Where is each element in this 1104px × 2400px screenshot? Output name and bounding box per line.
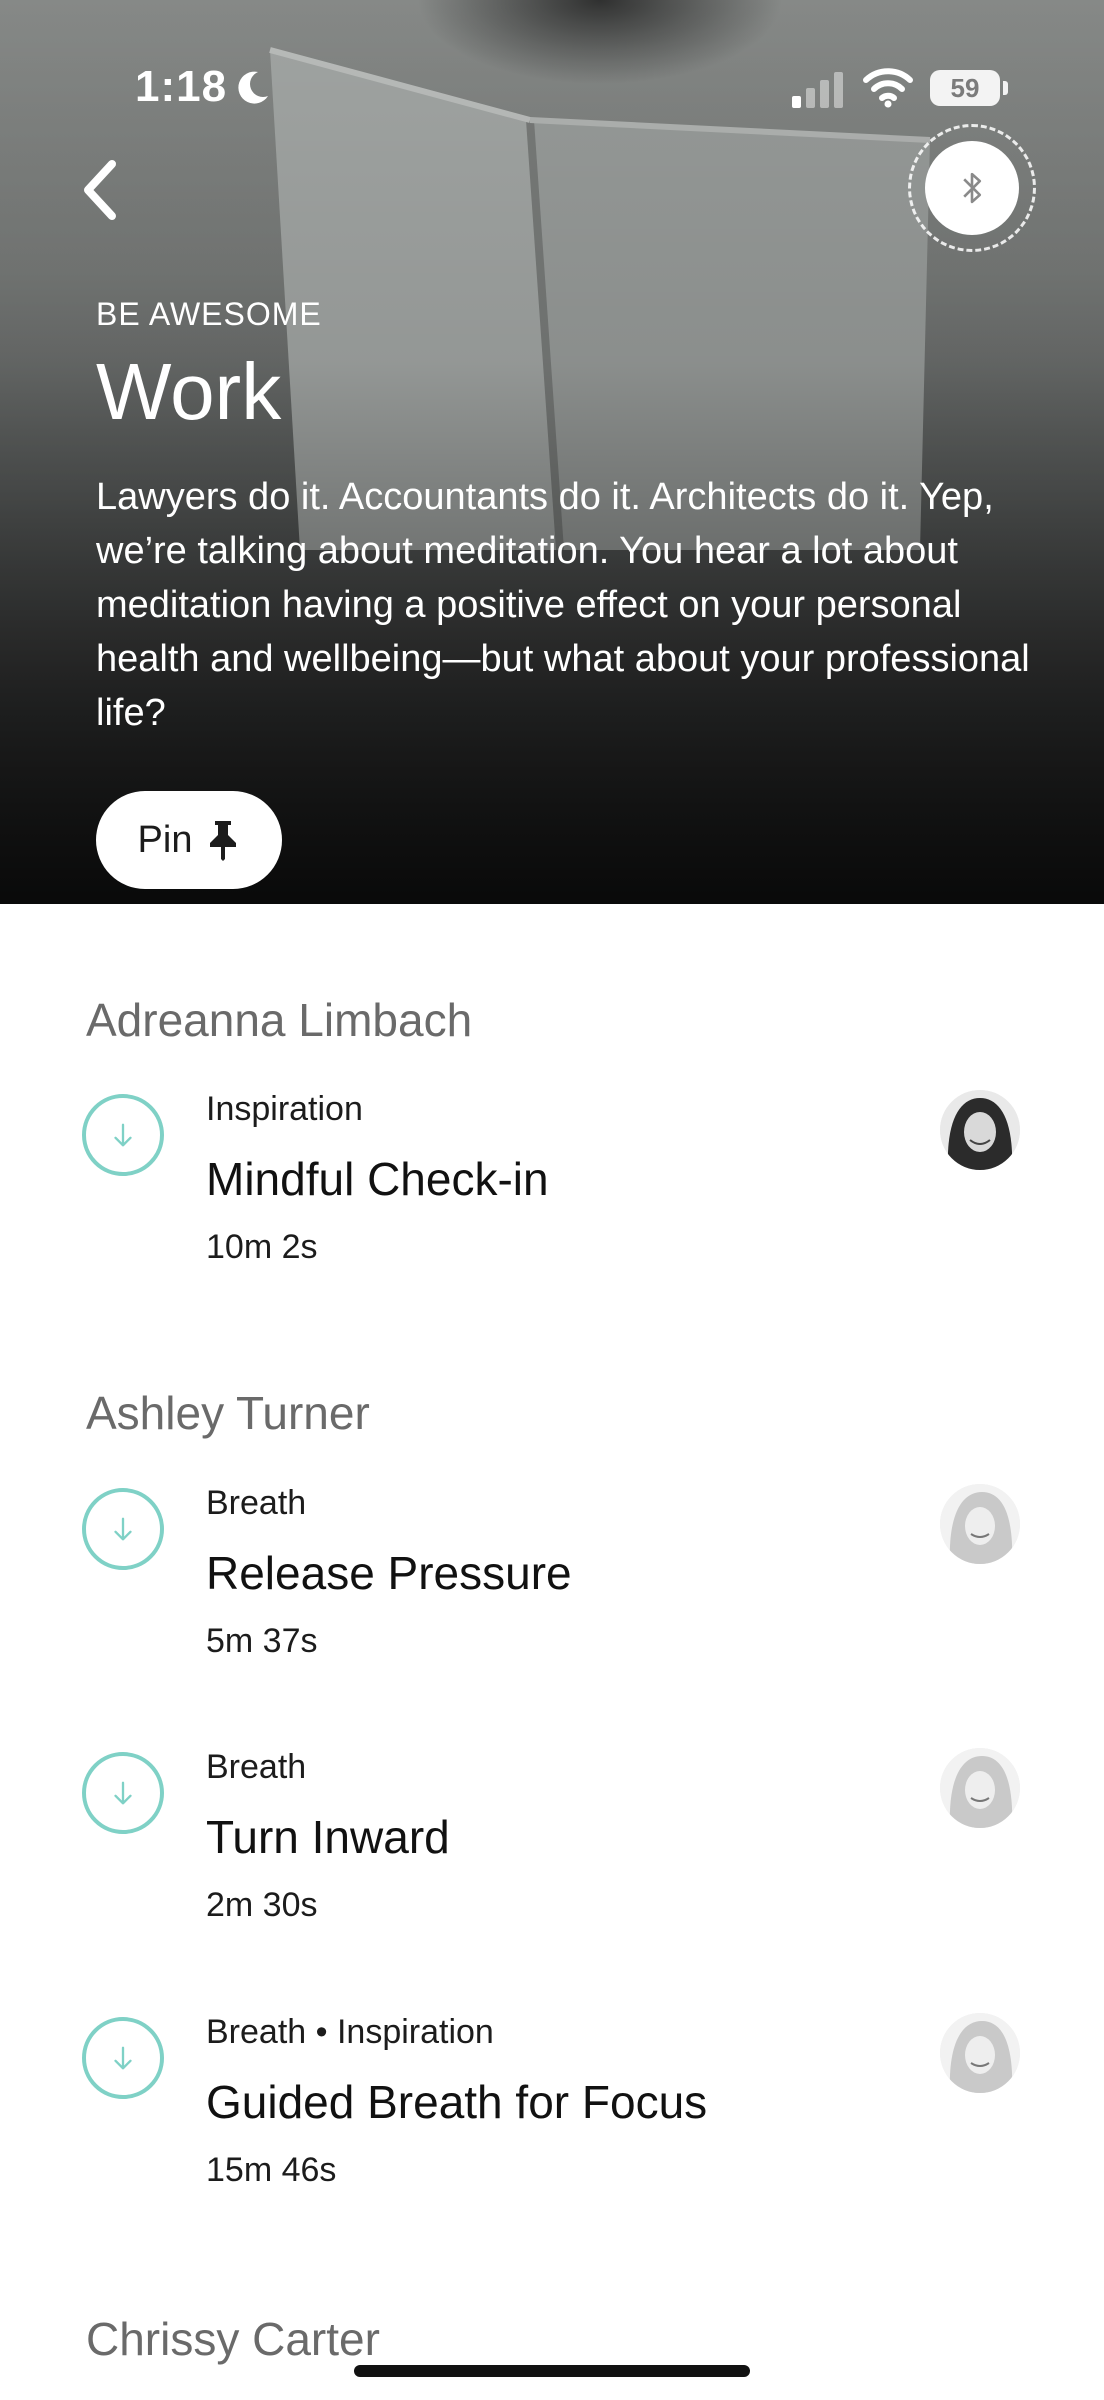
item-duration: 5m 37s	[206, 1622, 318, 1660]
battery-nub	[1003, 81, 1008, 95]
battery-icon: 59	[930, 70, 1000, 106]
item-tag: Inspiration	[206, 1090, 363, 1128]
back-chevron-icon	[84, 160, 116, 220]
avatar	[940, 1484, 1020, 1564]
avatar	[940, 1090, 1020, 1170]
download-arrow-icon	[114, 2046, 132, 2070]
download-arrow-icon	[114, 1781, 132, 1805]
item-title: Turn Inward	[206, 1811, 450, 1863]
item-tag: Breath • Inspiration	[206, 2013, 494, 2051]
bluetooth-button-inner	[925, 141, 1019, 235]
item-title: Guided Breath for Focus	[206, 2076, 708, 2128]
wifi-icon	[863, 68, 913, 108]
page-description: Lawyers do it. Accountants do it. Archit…	[96, 476, 1030, 734]
download-icon[interactable]	[82, 2017, 164, 2099]
list-item[interactable]: Breath Turn Inward 2m 30s	[0, 1748, 1104, 1948]
teacher-heading: Adreanna Limbach	[86, 994, 473, 1046]
list-item[interactable]: Inspiration Mindful Check-in 10m 2s	[0, 1090, 1104, 1290]
pin-icon	[210, 821, 237, 861]
item-tag: Breath	[206, 1484, 307, 1522]
avatar	[940, 2013, 1020, 2093]
teacher-heading: Chrissy Carter	[86, 2313, 380, 2365]
page-title: Work	[96, 347, 282, 436]
teacher-heading: Ashley Turner	[86, 1387, 370, 1439]
list-item[interactable]: Breath • Inspiration Guided Breath for F…	[0, 2013, 1104, 2213]
home-indicator[interactable]	[354, 2365, 750, 2377]
bluetooth-button[interactable]	[908, 124, 1036, 252]
download-icon[interactable]	[82, 1488, 164, 1570]
signal-icon	[792, 72, 843, 108]
item-title: Release Pressure	[206, 1547, 572, 1599]
pin-label: Pin	[137, 818, 193, 861]
item-duration: 2m 30s	[206, 1886, 318, 1924]
download-arrow-icon	[114, 1123, 132, 1147]
download-icon[interactable]	[82, 1752, 164, 1834]
moon-icon	[238, 71, 268, 104]
status-bar: 1:18 59	[0, 0, 1104, 120]
item-tag: Breath	[206, 1748, 307, 1786]
bluetooth-icon	[963, 172, 982, 204]
hero-header: 1:18 59 BE AWESOME Work Lawyers do it. A…	[0, 0, 1104, 904]
status-time: 1:18	[135, 62, 228, 111]
item-title: Mindful Check-in	[206, 1153, 549, 1205]
back-button[interactable]	[74, 158, 134, 222]
avatar	[940, 1748, 1020, 1828]
download-icon[interactable]	[82, 1094, 164, 1176]
item-duration: 15m 46s	[206, 2151, 337, 2189]
download-arrow-icon	[114, 1517, 132, 1541]
category-label: BE AWESOME	[96, 296, 322, 332]
pin-button[interactable]: Pin	[96, 791, 282, 889]
list-item[interactable]: Breath Release Pressure 5m 37s	[0, 1484, 1104, 1684]
item-duration: 10m 2s	[206, 1228, 318, 1266]
